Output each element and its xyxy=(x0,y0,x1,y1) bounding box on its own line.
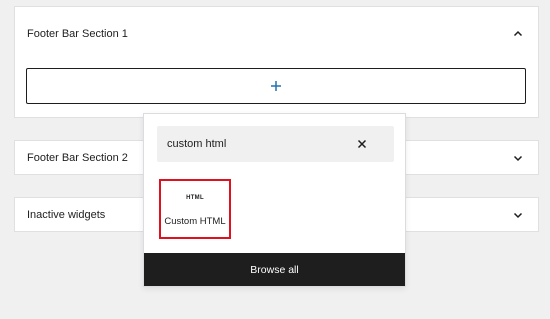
html-icon: HTML xyxy=(186,195,204,201)
block-result-custom-html[interactable]: HTML Custom HTML xyxy=(159,179,231,239)
section-header[interactable]: Footer Bar Section 1 xyxy=(15,7,538,61)
block-search xyxy=(157,126,394,162)
section-title: Inactive widgets xyxy=(27,208,106,221)
block-inserter-popover: HTML Custom HTML Browse all xyxy=(143,113,406,287)
chevron-down-icon xyxy=(513,212,523,218)
section-title: Footer Bar Section 2 xyxy=(27,151,128,164)
chevron-up-icon xyxy=(513,30,523,37)
widget-area-footer-bar-section-1: Footer Bar Section 1 xyxy=(14,6,539,118)
plus-icon xyxy=(271,81,281,91)
block-result-label: Custom HTML xyxy=(164,216,226,227)
add-block-button[interactable] xyxy=(26,68,526,104)
clear-search-button[interactable] xyxy=(354,136,370,152)
chevron-down-icon xyxy=(513,155,523,161)
browse-all-button[interactable]: Browse all xyxy=(144,253,405,286)
close-icon xyxy=(357,139,367,149)
section-title: Footer Bar Section 1 xyxy=(27,28,128,40)
block-search-input[interactable] xyxy=(167,138,354,150)
